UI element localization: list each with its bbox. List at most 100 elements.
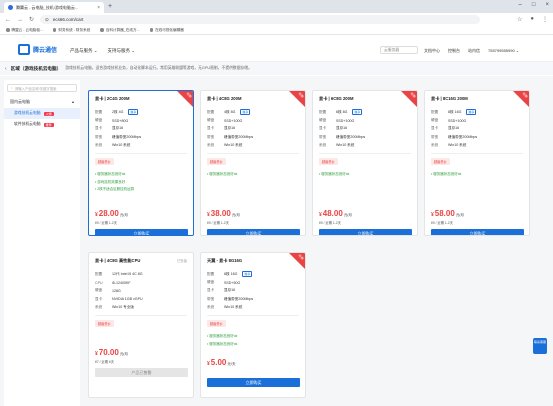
url-field[interactable]: ⊙ ecs66.com/cart — [40, 15, 481, 24]
spec-row: 硬盘 SSD+80G — [95, 118, 129, 123]
nav-products[interactable]: 产品与服务 ⌄ — [70, 48, 98, 54]
hot-ribbon: 热销 — [513, 91, 529, 107]
main-nav: 产品与服务 ⌄ 支持与服务 ⌄ — [70, 48, 135, 54]
minimize-icon[interactable]: – — [519, 2, 522, 8]
sidebar: ⌕ 请输入产品名称/关键字搜索 国内云电脑 ▴ 游戏技机云电脑 火爆 软件技机云… — [4, 80, 80, 406]
forward-icon[interactable]: → — [17, 17, 23, 23]
spec-list: 配置 4核 8G 独享 硬盘 SSD+100G 显卡 显存16 带宽 峰值带宽200Mbps 系统… — [207, 108, 299, 150]
spec-row: 系统 Win10 专业版 — [95, 305, 134, 310]
feature-list: • 服务器状态良好ok • 游戏挂机效果良好 • 2核不适合区服挂机运算 — [95, 171, 187, 194]
dedicated-tag: 独享 — [466, 109, 477, 116]
bookmark-icon — [6, 28, 10, 32]
account-menu[interactable]: 755799555990 ⌄ — [488, 48, 519, 54]
buy-button[interactable]: 立即购买 — [431, 229, 524, 235]
url-text: ecs66.com/cart — [52, 17, 84, 22]
zone-bar: ‹ 区域（游戏技机云电脑） 游戏技机云电脑，适合游戏技机业务，自动化脚本运行。常… — [0, 62, 553, 75]
profile-icon[interactable]: ● — [530, 16, 534, 23]
sidebar-item-game[interactable]: 游戏技机云电脑 火爆 — [4, 108, 80, 119]
sidebar-item-software[interactable]: 软件技机云电脑 推荐 — [4, 119, 80, 130]
site-logo[interactable]: 腾云通信 — [18, 44, 57, 55]
hot-ribbon: 热销 — [401, 91, 417, 107]
spec-row: 系统 Win10 系统 — [207, 305, 243, 310]
card-title: 显卡 | 4C8G 高性能CPU 已售罄 — [95, 258, 187, 263]
site-favicon-icon — [8, 5, 13, 10]
hot-ribbon: 热销 — [177, 91, 193, 107]
product-card[interactable]: 热销 天翼 - 显卡 8G16G 配置 8核 16G 独享 硬盘 SSD+50G 显卡 显存16… — [200, 252, 306, 398]
card-title: 显卡 | 6C8G 200M — [319, 96, 354, 101]
spec-row: 硬盘 SSD+50G — [207, 280, 241, 285]
spec-row: 系统 Win10 系统 — [319, 143, 355, 148]
spec-list: 配置 8核 16G 独享 硬盘 SSD+100G 显卡 显存16 带宽 峰值带宽200Mbps 系… — [431, 108, 523, 150]
product-card[interactable]: 热销 显卡 | 8C16G 200M 配置 8核 16G 独享 硬盘 SSD+100G 显卡显… — [424, 90, 530, 236]
product-card[interactable]: 热销 显卡 | 2C4G 200M 配置 2核 4G 独享 硬盘 SSD+80G 显卡 显存16… — [88, 90, 194, 236]
maximize-icon[interactable]: □ — [532, 2, 536, 8]
close-window-icon[interactable]: × — [545, 2, 549, 8]
bookmark-item[interactable]: 腾翼云 - 云电脑租... — [6, 28, 43, 33]
spec-row: CPU i5-12400KF — [95, 280, 131, 285]
dedicated-tag: 独享 — [242, 271, 253, 278]
bookmark-item[interactable]: 百科计算器_在线万... — [100, 28, 140, 33]
spec-row: 硬盘 128G — [95, 288, 121, 293]
messages-link[interactable]: 站内信 — [468, 48, 480, 54]
product-card[interactable]: 热销 显卡 | 6C8G 200M 配置 6核 8G 独享 硬盘 SSD+100G 显卡 显存1… — [312, 90, 418, 236]
new-tab-icon[interactable]: + — [108, 3, 112, 10]
buy-button[interactable]: 产品已售罄 — [95, 368, 188, 377]
feature-item: • 服务器状态良好ok — [319, 172, 350, 177]
collapse-icon: ▴ — [71, 99, 74, 104]
star-icon[interactable]: ☆ — [517, 16, 522, 23]
docs-link[interactable]: 文档中心 — [424, 48, 440, 54]
price: ¥38.00 元/月 — [207, 209, 240, 218]
contact-service-button[interactable]: 联系客服 — [533, 338, 547, 354]
bookmarks-bar: 腾翼云 - 云电脑租... 财务系统 - 财务系统 百科计算器_在线万... 在… — [0, 26, 553, 35]
divider — [95, 314, 187, 316]
site-header: 腾云通信 产品与服务 ⌄ 支持与服务 ⌄ 云服务器 文档中心 控制台 站内信 7… — [0, 36, 553, 62]
bookmark-item[interactable]: 在线可视化编辑器 — [149, 28, 184, 33]
cloud-server-button[interactable]: 云服务器 — [380, 46, 418, 54]
card-title: 天翼 - 显卡 8G16G — [207, 258, 243, 263]
renew-info: ¥0 / 近期 1-2天 — [207, 221, 229, 225]
menu-icon[interactable]: ⋮ — [542, 16, 548, 23]
feature-item: • 服务器状态良好ok — [431, 172, 462, 177]
nav-support[interactable]: 支持与服务 ⌄ — [108, 48, 136, 54]
buy-button[interactable]: 立即购买 — [95, 229, 188, 235]
product-card[interactable]: 显卡 | 4C8G 高性能CPU 已售罄 配置 12代 Intel i5 4C 8G C… — [88, 252, 194, 398]
renew-info: ¥0 / 近期 1-2天 — [319, 221, 341, 225]
spec-row: 显卡 显存16 — [95, 126, 124, 131]
site-info-icon[interactable]: ⊙ — [45, 17, 49, 23]
back-arrow-icon[interactable]: ‹ — [5, 66, 7, 72]
reload-icon[interactable]: ↻ — [29, 16, 34, 23]
price: ¥28.00 元/月 — [95, 209, 128, 218]
zone-description: 游戏技机云电脑，适合游戏技机业务，自动化脚本运行。常用英雄联盟等游戏，无GPU限… — [65, 66, 252, 70]
spec-row: 带宽 峰值带宽200Mbps — [431, 134, 478, 139]
buy-button[interactable]: 立即购买 — [207, 378, 300, 387]
bookmark-icon — [52, 28, 57, 32]
spec-list: 配置 8核 16G 独享 硬盘 SSD+50G 显卡 显存16 带宽 峰值带宽200Mbps 系统… — [207, 270, 299, 312]
spec-row: 硬盘 SSD+100G — [431, 118, 467, 123]
hot-ribbon: 热销 — [289, 91, 305, 107]
hot-ribbon: 热销 — [289, 253, 305, 269]
buy-button[interactable]: 立即购买 — [207, 229, 300, 235]
browser-tab[interactable]: 腾翼云 - 云电脑_技机/游戏电脑云... × — [4, 2, 104, 13]
spec-row: 带宽 峰值带宽200Mbps — [207, 296, 254, 301]
spec-row: 系统 Win10 系统 — [207, 143, 243, 148]
search-icon: ⌕ — [11, 86, 13, 90]
sidebar-search-input[interactable]: ⌕ 请输入产品名称/关键字搜索 — [7, 84, 77, 92]
logo-mark-icon — [18, 44, 30, 55]
bookmark-item[interactable]: 财务系统 - 财务系统 — [52, 28, 90, 33]
sidebar-category[interactable]: 国内云电脑 ▴ — [4, 96, 80, 108]
buy-button[interactable]: 立即购买 — [319, 229, 412, 235]
spec-row: 硬盘 SSD+100G — [207, 118, 243, 123]
feature-item: • 服务器状态良好ok — [207, 341, 238, 346]
feature-item: • 服务器状态良好ok — [207, 334, 238, 339]
close-tab-icon[interactable]: × — [97, 5, 100, 11]
bookmark-icon — [149, 28, 154, 32]
product-card[interactable]: 热销 显卡 | 4C8G 200M 配置 4核 8G 独享 硬盘 SSD+100G 显卡 显存1… — [200, 90, 306, 236]
spec-row: 配置 6核 8G 独享 — [319, 109, 363, 116]
back-icon[interactable]: ← — [5, 17, 11, 23]
hot-badge: 火爆 — [43, 111, 54, 116]
spec-row: 带宽 峰值带宽200Mbps — [319, 134, 366, 139]
divider — [207, 314, 299, 316]
browser-tabstrip: 腾翼云 - 云电脑_技机/游戏电脑云... × + – □ × — [0, 0, 553, 13]
console-link[interactable]: 控制台 — [448, 48, 460, 54]
spec-row: 显卡 NVIDIA 1GB vGPU — [95, 296, 143, 302]
